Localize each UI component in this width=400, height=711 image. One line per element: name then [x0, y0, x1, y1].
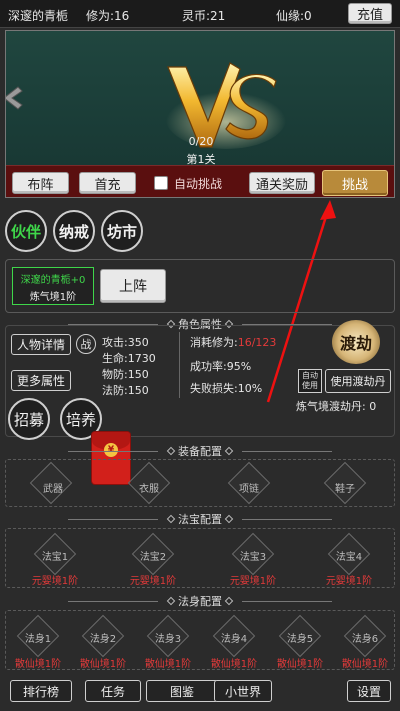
cultivation-value: 修为:16: [86, 9, 130, 23]
more-attributes-button[interactable]: 更多属性: [11, 370, 71, 391]
recharge-button[interactable]: 充值: [348, 3, 392, 24]
hero-card[interactable]: 深邃的青栀+0 炼气境1阶: [12, 267, 94, 305]
treasure-title: 法宝配置: [178, 513, 222, 526]
phys-def-stat: 物防:150: [102, 368, 149, 381]
tab-partner[interactable]: 伙伴: [5, 210, 47, 252]
fate-value: 仙缘:0: [276, 9, 312, 23]
mag-def-stat: 法防:150: [102, 384, 149, 397]
tab-ring[interactable]: 纳戒: [53, 210, 95, 252]
success-rate: 成功率:95%: [190, 360, 252, 373]
leaderboard-button[interactable]: 排行榜: [10, 680, 72, 702]
recruit-button[interactable]: 招募: [8, 398, 50, 440]
stats-separator: [179, 332, 180, 398]
use-pill-button[interactable]: 使用渡劫丹: [325, 369, 391, 393]
battle-tag-icon[interactable]: 战: [76, 334, 96, 354]
character-details-button[interactable]: 人物详情: [11, 334, 71, 355]
challenge-button[interactable]: 挑战: [322, 170, 388, 196]
first-charge-button[interactable]: 首充: [79, 172, 136, 194]
attack-stat: 攻击:350: [102, 336, 149, 349]
hp-stat: 生命:1730: [102, 352, 156, 365]
settings-button[interactable]: 设置: [347, 680, 391, 702]
treasure-divider: 法宝配置: [0, 512, 400, 526]
stage-progress: 0/20: [188, 135, 214, 148]
auto-challenge-checkbox[interactable]: [154, 176, 168, 190]
body-divider: 法身配置: [0, 594, 400, 608]
tribulation-logo: 渡劫: [332, 320, 380, 364]
tab-market[interactable]: 坊市: [101, 210, 143, 252]
formation-button[interactable]: 布阵: [12, 172, 69, 194]
hero-panel: 深邃的青栀+0 炼气境1阶 上阵: [5, 259, 395, 313]
hero-realm: 炼气境1阶: [29, 292, 77, 303]
hero-name: 深邃的青栀+0: [20, 275, 86, 286]
clear-reward-button[interactable]: 通关奖励: [249, 172, 315, 194]
spirit-coin-value: 灵币:21: [182, 9, 226, 23]
auto-challenge-label: 自动挑战: [174, 177, 223, 191]
battle-action-bar: 布阵 首充 自动挑战 通关奖励 挑战: [6, 165, 394, 197]
pill-count: 炼气境渡劫丹: 0: [296, 400, 377, 413]
consume-value: 16/123: [237, 336, 277, 349]
battle-panel: VS 0/20 第1关 布阵 首充 自动挑战 通关奖励 挑战: [5, 30, 395, 198]
consume-label: 消耗修为:16/123: [190, 336, 277, 349]
auto-use-toggle[interactable]: 自动 使用: [298, 369, 322, 393]
deploy-button[interactable]: 上阵: [100, 269, 166, 303]
small-world-button[interactable]: 小世界: [214, 680, 272, 702]
top-status-bar: 深邃的青栀 修为:16 灵币:21 仙缘:0 充值: [0, 0, 400, 28]
fail-loss: 失败损失:10%: [190, 382, 263, 395]
equipment-title: 装备配置: [178, 445, 222, 458]
codex-button[interactable]: 图鉴: [146, 680, 218, 702]
equipment-divider: 装备配置: [0, 444, 400, 458]
body-title: 法身配置: [178, 595, 222, 608]
chevron-left-icon[interactable]: [5, 85, 26, 111]
tasks-button[interactable]: 任务: [85, 680, 141, 702]
player-name: 深邃的青栀: [8, 9, 69, 23]
